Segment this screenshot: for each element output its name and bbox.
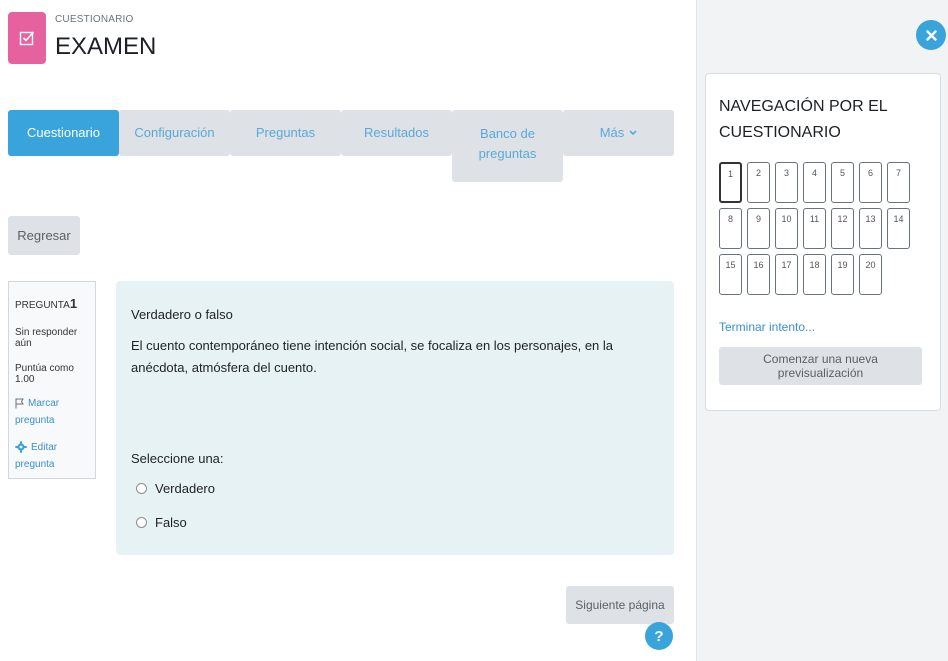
new-preview-button[interactable]: Comenzar una nueva previsualización [719,347,922,385]
answer-prompt: Seleccione una: [131,451,224,466]
page-title: EXAMEN [55,33,157,60]
question-score: Puntúa como 1.00 [15,363,74,385]
question-nav-button[interactable]: 16 [747,254,770,295]
question-nav-button[interactable]: 11 [803,208,826,249]
radio-button[interactable] [136,483,147,494]
chevron-down-icon [629,130,637,136]
tab-resultados[interactable]: Resultados [341,110,452,156]
option-falso[interactable]: Falso [136,515,187,530]
question-nav-button[interactable]: 19 [831,254,854,295]
question-nav-button[interactable]: 18 [803,254,826,295]
question-text: El cuento contemporáneo tiene intención … [131,338,614,375]
question-nav-button[interactable]: 9 [747,208,770,249]
close-drawer-button[interactable] [916,20,946,50]
tab-banco-de-preguntas[interactable]: Banco de preguntas [452,110,563,182]
question-nav-button[interactable]: 14 [887,208,910,249]
finish-attempt-link[interactable]: Terminar intento... [719,320,815,334]
question-nav-button[interactable]: 10 [775,208,798,249]
tab-cuestionario[interactable]: Cuestionario [8,110,119,156]
flag-icon [15,398,24,409]
close-icon [925,29,937,41]
quiz-check-icon [19,31,35,46]
question-nav-button[interactable]: 17 [775,254,798,295]
edit-question-link[interactable]: Editar pregunta [15,439,89,473]
question-nav-button[interactable]: 15 [719,254,742,295]
quiz-navigation-card: NAVEGACIÓN POR EL CUESTIONARIO 1 2 3 4 5… [705,73,941,411]
quiz-icon [8,12,46,64]
tab-preguntas[interactable]: Preguntas [230,110,341,156]
radio-button[interactable] [136,517,147,528]
tab-mas[interactable]: Más [563,110,674,156]
question-nav-button[interactable]: 2 [747,162,770,203]
option-verdadero[interactable]: Verdadero [136,481,215,496]
question-content: Verdadero o falso El cuento contemporáne… [116,281,674,555]
question-nav-button[interactable]: 13 [859,208,882,249]
flag-question-link[interactable]: Marcar pregunta [15,395,89,429]
back-button[interactable]: Regresar [8,216,80,255]
question-type: Verdadero o falso [131,307,233,322]
question-nav-button[interactable]: 6 [859,162,882,203]
question-nav-button[interactable]: 1 [719,162,742,203]
navigation-title: NAVEGACIÓN POR EL CUESTIONARIO [719,98,888,141]
help-icon[interactable]: ? [645,622,673,650]
question-info: PREGUNTA1 Sin responder aún Puntúa como … [8,281,96,479]
question-nav-button[interactable]: 3 [775,162,798,203]
page-kicker: CUESTIONARIO [55,14,134,25]
question-nav-button[interactable]: 12 [831,208,854,249]
question-nav-button[interactable]: 4 [803,162,826,203]
tab-configuracion[interactable]: Configuración [119,110,230,156]
question-nav-button[interactable]: 7 [887,162,910,203]
question-status: Sin responder aún [15,327,78,349]
question-nav-button[interactable]: 20 [859,254,882,295]
question-nav-button[interactable]: 5 [831,162,854,203]
question-nav-button[interactable]: 8 [719,208,742,249]
question-number: PREGUNTA1 [15,296,78,311]
next-page-button[interactable]: Siguiente página [566,586,674,624]
gear-icon [15,441,27,454]
